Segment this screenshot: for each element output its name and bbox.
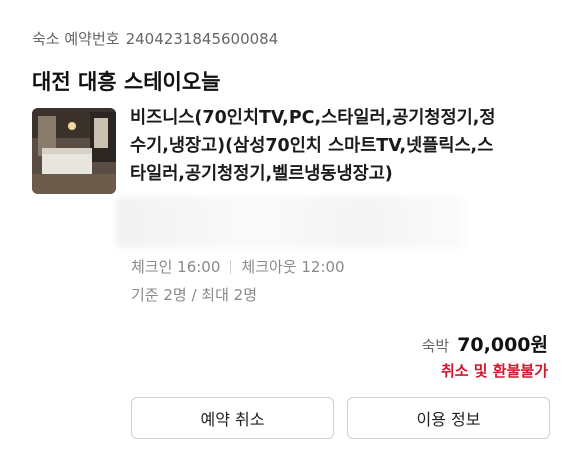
check-times: 체크인 16:00 체크아웃 12:00 bbox=[131, 256, 345, 277]
reservation-value: 2404231845600084 bbox=[125, 30, 279, 48]
refund-policy: 취소 및 환불불가 bbox=[440, 362, 548, 380]
price-amount: 70,000원 bbox=[457, 334, 548, 356]
room-name-line: 타일러,공기청정기,벨르냉동냉장고) bbox=[130, 164, 393, 184]
checkout-time: 체크아웃 12:00 bbox=[241, 258, 345, 276]
divider bbox=[230, 259, 232, 274]
hotel-name[interactable]: 대전 대흥 스테이오늘 bbox=[32, 66, 221, 96]
room-name[interactable]: 비즈니스(70인치TV,PC,스타일러,공기청정기,정 수기,냉장고)(삼성70… bbox=[130, 104, 550, 188]
usage-info-button[interactable]: 이용 정보 bbox=[347, 397, 550, 439]
room-photo-image bbox=[32, 108, 116, 194]
cancel-reservation-button[interactable]: 예약 취소 bbox=[131, 397, 334, 439]
room-name-line: 비즈니스(70인치TV,PC,스타일러,공기청정기,정 bbox=[130, 108, 496, 128]
price: 숙박 70,000원 bbox=[422, 330, 548, 357]
blurred-content bbox=[116, 196, 466, 248]
reservation-number: 숙소 예약번호 2404231845600084 bbox=[32, 28, 278, 49]
checkin-time: 체크인 16:00 bbox=[131, 258, 221, 276]
reservation-label: 숙소 예약번호 bbox=[32, 30, 120, 48]
price-label: 숙박 bbox=[421, 337, 450, 355]
room-thumbnail[interactable] bbox=[32, 108, 116, 194]
occupancy: 기준 2명 / 최대 2명 bbox=[131, 286, 258, 304]
room-name-line: 수기,냉장고)(삼성70인치 스마트TV,넷플릭스,스 bbox=[130, 136, 494, 156]
